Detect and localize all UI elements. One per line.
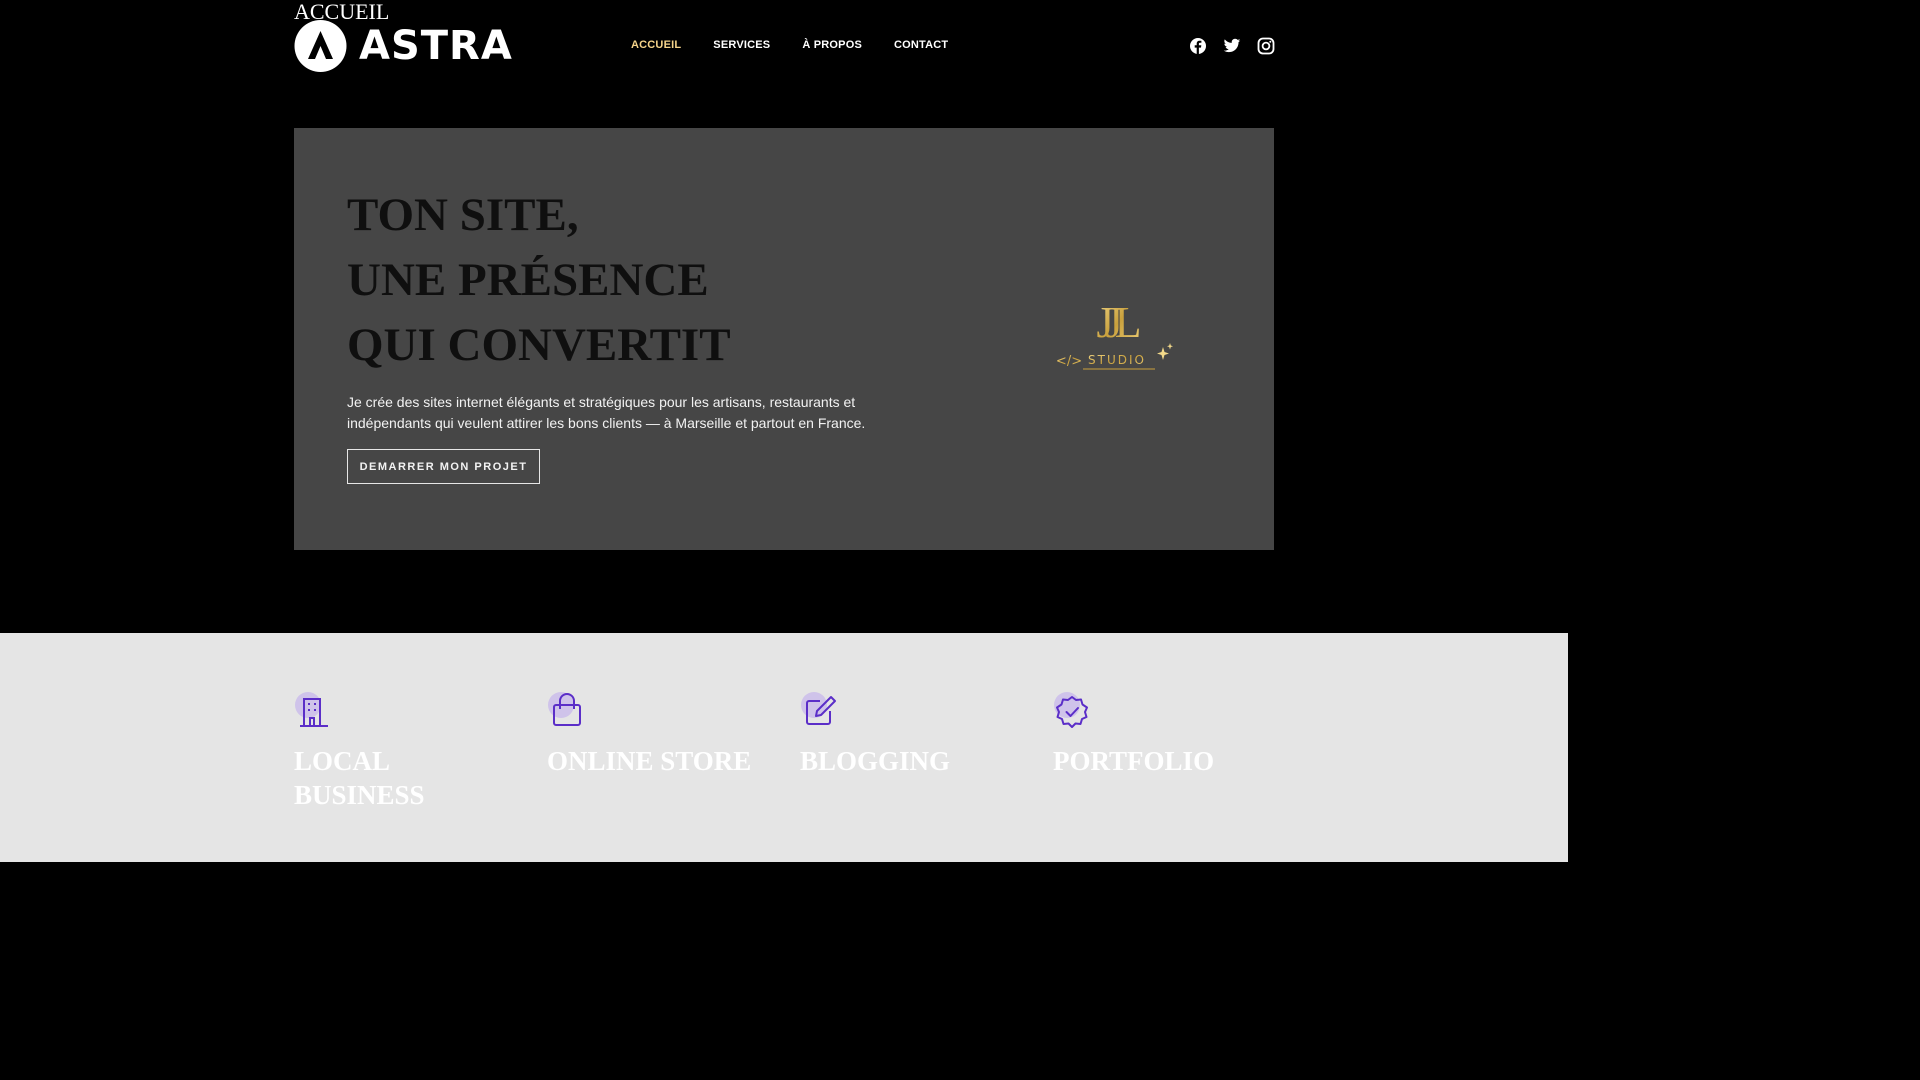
building-icon [295,692,328,727]
feature-title: ONLINE STORE [547,746,752,776]
feature-title: PORTFOLIO [1053,746,1215,776]
nav-item-contact[interactable]: CONTACT [878,36,964,54]
nav-item-a-propos[interactable]: À PROPOS [786,36,878,54]
hero-section: TON SITE, UNE PRÉSENCE QUI CONVERTIT Je … [294,128,1274,550]
logo-studio-label: STUDIO [1088,353,1146,367]
site-logo[interactable]: ASTRA [294,20,513,72]
shopping-bag-icon [548,692,581,726]
hero-description: Je crée des sites internet élégants et s… [347,394,866,431]
nav-item-accueil[interactable]: ACCUEIL [615,36,697,54]
social-links [1189,37,1275,55]
instagram-icon[interactable] [1257,37,1275,55]
hero-heading-line-1: TON SITE, [347,189,579,241]
sparkle-icon [1157,347,1169,360]
nav-item-services[interactable]: SERVICES [697,36,786,54]
brand-name: ASTRA [359,23,513,69]
badge-check-icon [1054,692,1088,728]
feature-title: BLOGGING [800,746,951,776]
twitter-icon[interactable] [1223,37,1241,55]
jjl-studio-logo: JJL </> STUDIO [1057,298,1173,370]
feature-title: LOCAL BUSINESS [294,746,425,810]
features-section: LOCAL BUSINESS ONLINE STORE BLOGGING POR… [0,633,1568,862]
facebook-icon[interactable] [1189,37,1207,55]
hero-heading-line-3: QUI CONVERTIT [347,319,731,371]
logo-monogram: JJL [1096,298,1139,347]
feature-blogging: BLOGGING [800,691,1010,778]
feature-portfolio: PORTFOLIO [1053,691,1263,778]
logo-code-glyph: </> [1057,354,1082,369]
edit-icon [801,692,836,725]
hero-heading: TON SITE, UNE PRÉSENCE QUI CONVERTIT [347,183,731,378]
feature-local-business: LOCAL BUSINESS [294,691,504,812]
astra-logo-icon [294,20,347,72]
main-nav: ACCUEIL SERVICES À PROPOS CONTACT [615,36,964,54]
hero-heading-line-2: UNE PRÉSENCE [347,254,709,306]
feature-online-store: ONLINE STORE [547,691,757,778]
start-project-button[interactable]: DEMARRER MON PROJET [347,449,540,484]
